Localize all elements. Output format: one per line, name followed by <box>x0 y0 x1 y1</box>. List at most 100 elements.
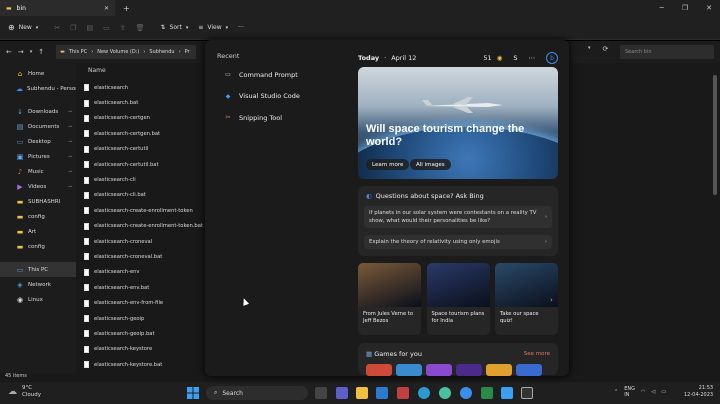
tab-bin[interactable]: ▬ bin ✕ <box>0 0 115 16</box>
sidebar-item[interactable]: ▭ Desktop ⊸ <box>0 134 76 149</box>
bing-question-1[interactable]: If planets in our solar system were cont… <box>364 206 552 228</box>
battery-icon[interactable]: ▭ <box>661 389 666 395</box>
column-header-name[interactable]: Name <box>88 67 106 74</box>
recent-item[interactable]: ◆ Visual Studio Code <box>223 92 300 101</box>
app-icon[interactable] <box>460 387 472 399</box>
cut-icon[interactable]: ✂ <box>54 24 60 32</box>
file-row[interactable]: elasticsearch-certutil <box>76 142 206 157</box>
store-icon[interactable] <box>376 387 388 399</box>
game-thumbnail[interactable] <box>456 364 482 376</box>
minimize-icon[interactable]: ─ <box>660 4 664 12</box>
file-row[interactable]: elasticsearch <box>76 80 206 95</box>
chevron-up-icon[interactable]: ⌃ <box>614 389 618 395</box>
vscode-icon[interactable] <box>501 387 513 399</box>
app-icon[interactable] <box>481 387 493 399</box>
new-button[interactable]: ⊕ New ▾ <box>8 23 38 32</box>
file-row[interactable]: elasticsearch-croneval <box>76 234 206 249</box>
game-thumbnail[interactable] <box>486 364 512 376</box>
breadcrumb-item[interactable]: Pr <box>185 49 190 55</box>
maximize-icon[interactable]: ❐ <box>682 4 688 12</box>
sidebar-item[interactable]: ◉ Linux <box>0 292 76 307</box>
avatar[interactable]: S <box>513 54 517 62</box>
app-icon[interactable] <box>397 387 409 399</box>
copy-icon[interactable]: ❐ <box>70 24 76 32</box>
recent-item[interactable]: ✂ Snipping Tool <box>223 113 282 122</box>
search-input[interactable]: Search bin <box>620 45 714 59</box>
sidebar-item[interactable]: ☁ Subhendu - Persona <box>0 81 76 96</box>
see-more-link[interactable]: See more <box>524 351 550 357</box>
file-row[interactable]: elasticsearch-keystore <box>76 342 206 357</box>
scrollbar[interactable] <box>713 75 717 195</box>
game-thumbnail[interactable] <box>366 364 392 376</box>
file-row[interactable]: elasticsearch-cli.bat <box>76 188 206 203</box>
breadcrumb-item[interactable]: This PC <box>69 49 87 55</box>
more-icon[interactable]: ⋯ <box>529 54 536 62</box>
refresh-icon[interactable]: ⟳ <box>603 45 609 53</box>
sidebar-item[interactable]: ▭ This PC <box>0 262 76 277</box>
bing-question-2[interactable]: Explain the theory of relativity using o… <box>364 235 552 249</box>
file-row[interactable]: elasticsearch-geoip.bat <box>76 326 206 341</box>
sidebar-item[interactable]: ↓ Downloads ⊸ <box>0 104 76 119</box>
breadcrumb-item[interactable]: Subhendu <box>149 49 174 55</box>
wifi-icon[interactable]: ◠ <box>641 389 645 395</box>
forward-icon[interactable]: → <box>18 48 24 56</box>
sidebar-item[interactable]: ⌂ Home <box>0 66 76 81</box>
news-card[interactable]: Space tourism plans for India <box>426 263 490 335</box>
rename-icon[interactable]: ▭ <box>103 24 110 32</box>
news-card[interactable]: Take our space quiz! <box>495 263 558 335</box>
weather-widget[interactable]: 9°C Cloudy <box>22 385 41 399</box>
file-row[interactable]: elasticsearch-create-enrollment-token.ba… <box>76 219 206 234</box>
sidebar-item[interactable]: ♪ Music ⊸ <box>0 164 76 179</box>
sidebar-item[interactable]: ◈ Network <box>0 277 76 292</box>
task-view-icon[interactable] <box>315 387 327 399</box>
close-window-icon[interactable]: ✕ <box>706 4 712 12</box>
sidebar-item[interactable]: ▶ Videos ⊸ <box>0 179 76 194</box>
view-button[interactable]: ≡ View ▾ <box>198 24 228 31</box>
dropdown-icon[interactable]: ▾ <box>588 45 591 53</box>
sidebar-item[interactable]: ▬ config <box>0 209 76 224</box>
file-row[interactable]: elasticsearch-env <box>76 265 206 280</box>
breadcrumb-item[interactable]: New Volume (D:) <box>97 49 139 55</box>
up-icon[interactable]: ↑ <box>38 48 44 56</box>
file-row[interactable]: elasticsearch-create-enrollment-token <box>76 203 206 218</box>
file-row[interactable]: elasticsearch-cli <box>76 172 206 187</box>
edge-icon[interactable] <box>418 387 430 399</box>
taskbar-search[interactable]: ⌕ Search <box>206 386 308 400</box>
close-tab-icon[interactable]: ✕ <box>104 5 109 12</box>
recent-item[interactable]: ▭ Command Prompt <box>223 70 298 79</box>
game-thumbnail[interactable] <box>396 364 422 376</box>
chrome-icon[interactable] <box>439 387 451 399</box>
game-thumbnail[interactable] <box>426 364 452 376</box>
language-indicator[interactable]: ENG IN <box>624 386 635 398</box>
paste-icon[interactable]: ▤ <box>86 24 93 32</box>
file-row[interactable]: elasticsearch-env-from-file <box>76 295 206 310</box>
delete-icon[interactable]: 🗑 <box>136 24 145 32</box>
sidebar-item[interactable]: ▬ SUBHASHRI <box>0 194 76 209</box>
teams-icon[interactable] <box>336 387 348 399</box>
start-icon[interactable] <box>187 387 199 399</box>
learn-more-button[interactable]: Learn more <box>366 159 410 170</box>
file-row[interactable]: elasticsearch-certutil.bat <box>76 157 206 172</box>
weather-icon[interactable]: ☁ <box>8 387 17 397</box>
hero-news-card[interactable]: Will space tourism change the world? Lea… <box>358 67 558 179</box>
terminal-icon[interactable] <box>521 387 533 399</box>
rewards-icon[interactable]: ◉ <box>497 54 503 62</box>
recent-locations-icon[interactable]: ▾ <box>30 49 33 55</box>
file-row[interactable]: elasticsearch.bat <box>76 95 206 110</box>
file-row[interactable]: elasticsearch-certgen.bat <box>76 126 206 141</box>
breadcrumb[interactable]: ▬ This PC › New Volume (D:) › Subhendu › Pr <box>56 45 197 59</box>
sidebar-item[interactable]: ▣ Pictures ⊸ <box>0 149 76 164</box>
carousel-next-icon[interactable]: › <box>550 296 553 304</box>
sidebar-item[interactable]: ▤ Documents ⊸ <box>0 119 76 134</box>
share-icon[interactable]: ⇪ <box>120 24 126 32</box>
more-options-button[interactable]: ··· <box>238 24 244 31</box>
file-row[interactable]: elasticsearch-keystore.bat <box>76 357 206 372</box>
file-explorer-icon[interactable] <box>356 387 368 399</box>
sidebar-item[interactable]: ▬ config <box>0 239 76 254</box>
all-images-button[interactable]: All images <box>410 159 451 170</box>
sidebar-item[interactable]: ▬ Art <box>0 224 76 239</box>
new-tab-button[interactable]: + <box>123 4 130 13</box>
game-thumbnail[interactable] <box>516 364 542 376</box>
bing-icon[interactable]: b <box>546 52 558 64</box>
file-row[interactable]: elasticsearch-env.bat <box>76 280 206 295</box>
